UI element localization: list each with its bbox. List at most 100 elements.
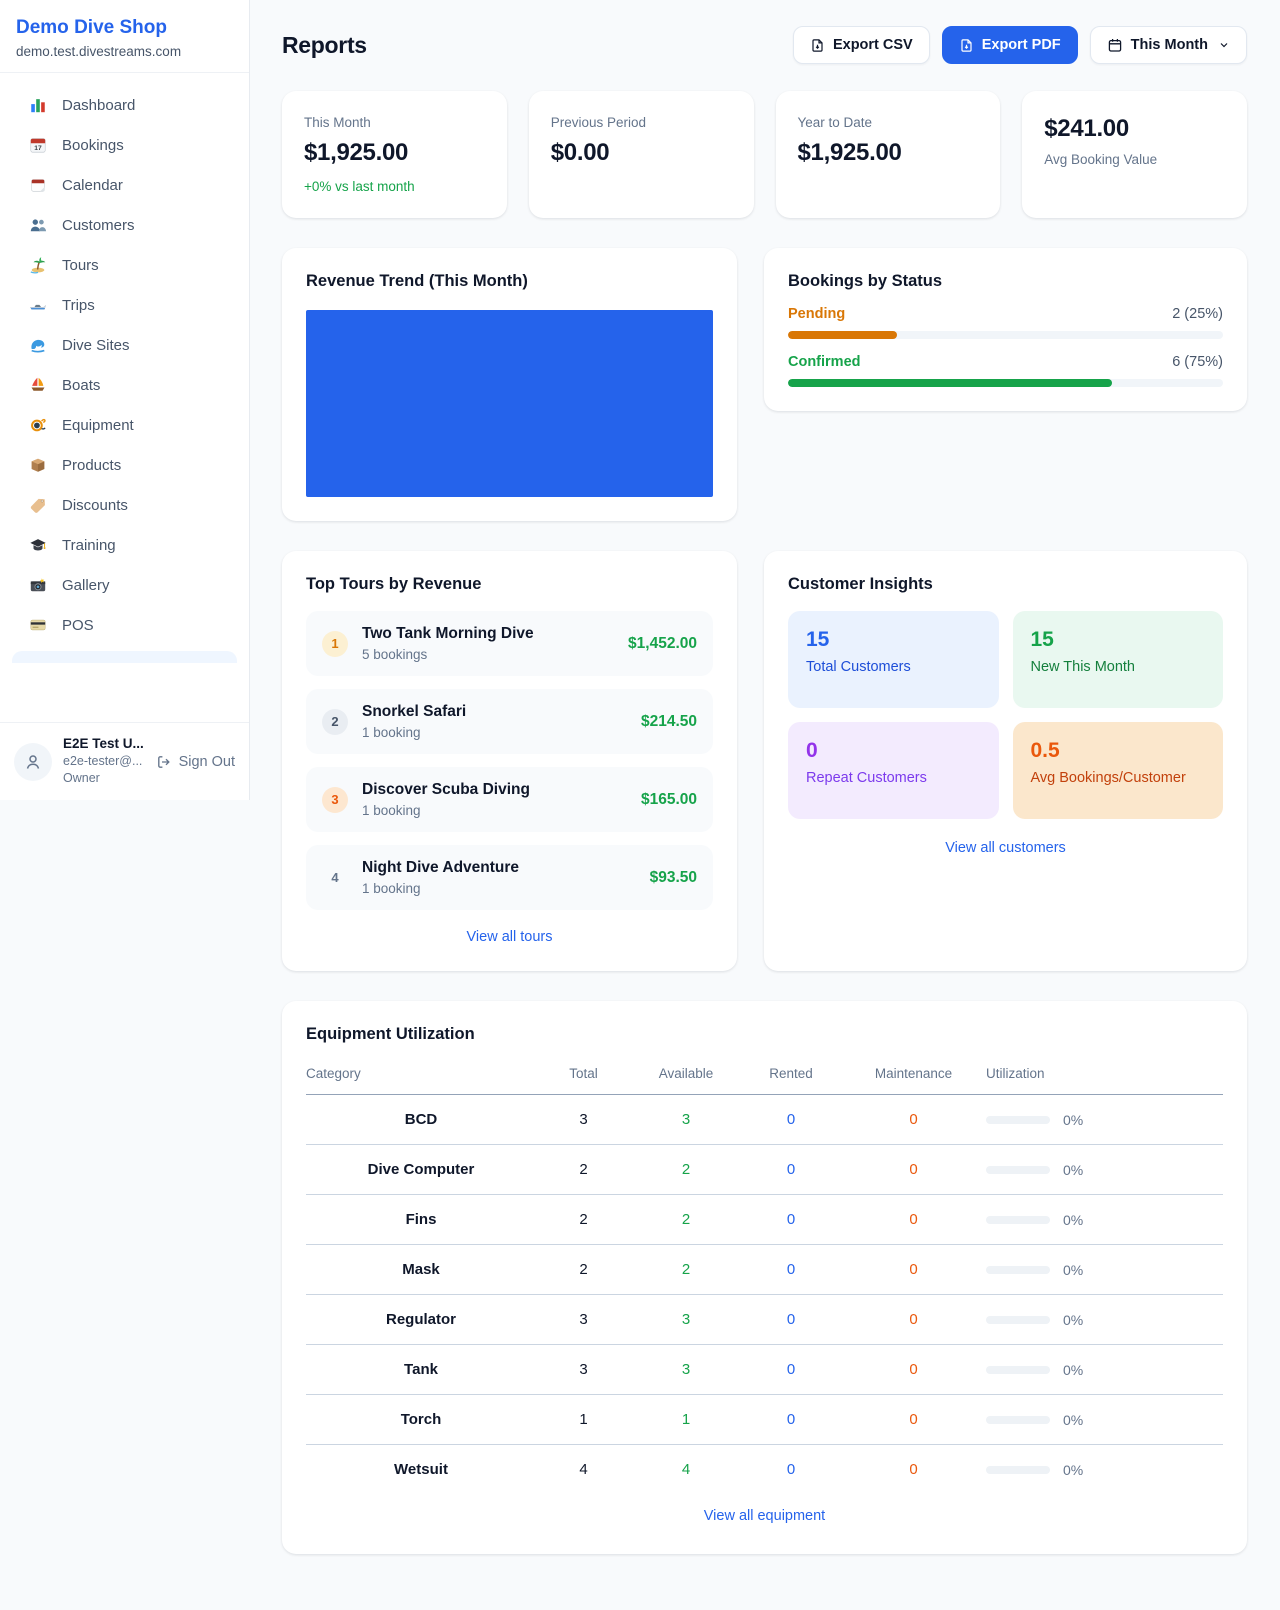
sidebar-item-label: POS xyxy=(62,617,94,634)
cell-rented: 0 xyxy=(741,1145,841,1195)
insights-row: Top Tours by Revenue 1 Two Tank Morning … xyxy=(282,551,1247,971)
sidebar-item-label: Dashboard xyxy=(62,97,135,114)
cell-utilization: 0% xyxy=(1063,1212,1083,1228)
progress-fill xyxy=(788,331,897,339)
insight-label: Avg Bookings/Customer xyxy=(1031,770,1206,786)
cell-maintenance: 0 xyxy=(841,1345,986,1395)
sidebar-item-tours[interactable]: Tours xyxy=(12,245,237,285)
tour-row[interactable]: 4 Night Dive Adventure 1 booking $93.50 xyxy=(306,845,713,910)
chevron-down-icon xyxy=(1218,39,1230,51)
cell-utilization: 0% xyxy=(1063,1162,1083,1178)
user-email: e2e-tester@... xyxy=(63,753,145,770)
sidebar-item-label: Products xyxy=(62,457,121,474)
cell-category: Torch xyxy=(306,1395,536,1445)
progress-fill xyxy=(788,379,1112,387)
progress-track xyxy=(788,379,1223,387)
shop-name: Demo Dive Shop xyxy=(16,17,233,39)
equipment-utilization-card: Equipment Utilization Category Total Ava… xyxy=(282,1001,1247,1554)
export-csv-button[interactable]: Export CSV xyxy=(793,26,930,64)
stat-card-previous-period: Previous Period $0.00 xyxy=(529,91,754,218)
status-label: Pending xyxy=(788,306,845,322)
cell-utilization: 0% xyxy=(1063,1362,1083,1378)
bookings-by-status-title: Bookings by Status xyxy=(788,272,1223,291)
sidebar-item-pos[interactable]: POS xyxy=(12,605,237,645)
utilization-bar xyxy=(986,1166,1050,1174)
cell-rented: 0 xyxy=(741,1295,841,1345)
cell-available: 1 xyxy=(631,1395,741,1445)
sidebar-item-equipment[interactable]: Equipment xyxy=(12,405,237,445)
rank-badge: 1 xyxy=(322,631,348,657)
cell-total: 2 xyxy=(536,1245,631,1295)
sidebar-item-training[interactable]: Training xyxy=(12,525,237,565)
tour-name: Night Dive Adventure xyxy=(362,859,650,877)
sidebar-item-label: Training xyxy=(62,537,116,554)
sidebar-user-panel: E2E Test U... e2e-tester@... Owner Sign … xyxy=(0,722,249,800)
stat-card-this-month: This Month $1,925.00 +0% vs last month xyxy=(282,91,507,218)
tour-revenue: $93.50 xyxy=(650,869,697,887)
tour-list: 1 Two Tank Morning Dive 5 bookings $1,45… xyxy=(306,611,713,910)
equipment-title: Equipment Utilization xyxy=(306,1025,1223,1044)
cell-total: 3 xyxy=(536,1345,631,1395)
cell-rented: 0 xyxy=(741,1245,841,1295)
user-name: E2E Test U... xyxy=(63,736,145,751)
view-all-customers-link[interactable]: View all customers xyxy=(788,840,1223,856)
tour-revenue: $1,452.00 xyxy=(628,635,697,653)
insight-tile-repeat-customers: 0 Repeat Customers xyxy=(788,722,999,819)
insight-label: Repeat Customers xyxy=(806,770,981,786)
tour-bookings: 1 booking xyxy=(362,725,641,740)
sidebar-item-trips[interactable]: Trips xyxy=(12,285,237,325)
cell-available: 3 xyxy=(631,1295,741,1345)
table-row: Dive Computer 2 2 0 0 0% xyxy=(306,1145,1223,1195)
cell-maintenance: 0 xyxy=(841,1095,986,1145)
utilization-bar xyxy=(986,1216,1050,1224)
insight-value: 0 xyxy=(806,739,981,763)
sidebar-item-gallery[interactable]: Gallery xyxy=(12,565,237,605)
calendar-date-icon: 17 xyxy=(28,135,48,155)
sidebar-item-reports-partial[interactable] xyxy=(12,651,237,663)
tour-row[interactable]: 3 Discover Scuba Diving 1 booking $165.0… xyxy=(306,767,713,832)
sidebar-item-products[interactable]: Products xyxy=(12,445,237,485)
page-header: Reports Export CSV Export PDF This Month xyxy=(282,26,1247,64)
sidebar-item-dive-sites[interactable]: Dive Sites xyxy=(12,325,237,365)
cell-total: 2 xyxy=(536,1195,631,1245)
cell-total: 3 xyxy=(536,1095,631,1145)
cell-category: Regulator xyxy=(306,1295,536,1345)
cell-available: 2 xyxy=(631,1145,741,1195)
export-pdf-button[interactable]: Export PDF xyxy=(942,26,1078,64)
table-row: Mask 2 2 0 0 0% xyxy=(306,1245,1223,1295)
page-title: Reports xyxy=(282,32,367,59)
view-all-equipment-link[interactable]: View all equipment xyxy=(306,1508,1223,1524)
user-info: E2E Test U... e2e-tester@... Owner xyxy=(63,736,145,787)
cell-rented: 0 xyxy=(741,1095,841,1145)
period-selector[interactable]: This Month xyxy=(1090,26,1247,64)
tour-bookings: 1 booking xyxy=(362,803,641,818)
dive-mask-icon xyxy=(28,415,48,435)
main-content: Reports Export CSV Export PDF This Month xyxy=(250,0,1280,1594)
status-label: Confirmed xyxy=(788,354,861,370)
view-all-tours-link[interactable]: View all tours xyxy=(306,929,713,945)
cell-available: 2 xyxy=(631,1245,741,1295)
sidebar-item-label: Boats xyxy=(62,377,100,394)
tour-row[interactable]: 2 Snorkel Safari 1 booking $214.50 xyxy=(306,689,713,754)
speedboat-icon xyxy=(28,295,48,315)
sidebar-item-label: Gallery xyxy=(62,577,110,594)
sidebar-item-dashboard[interactable]: Dashboard xyxy=(12,85,237,125)
revenue-trend-title: Revenue Trend (This Month) xyxy=(306,272,713,291)
customer-insights-card: Customer Insights 15 Total Customers 15 … xyxy=(764,551,1247,971)
sidebar-item-label: Trips xyxy=(62,297,95,314)
avatar xyxy=(14,743,52,781)
sidebar-item-discounts[interactable]: Discounts xyxy=(12,485,237,525)
tour-revenue: $165.00 xyxy=(641,791,697,809)
sailboat-icon xyxy=(28,375,48,395)
sidebar-item-calendar[interactable]: Calendar xyxy=(12,165,237,205)
sidebar-item-bookings[interactable]: 17 Bookings xyxy=(12,125,237,165)
sign-out-button[interactable]: Sign Out xyxy=(156,754,235,770)
sidebar-item-customers[interactable]: Customers xyxy=(12,205,237,245)
tour-row[interactable]: 1 Two Tank Morning Dive 5 bookings $1,45… xyxy=(306,611,713,676)
cell-rented: 0 xyxy=(741,1345,841,1395)
sidebar-item-boats[interactable]: Boats xyxy=(12,365,237,405)
revenue-trend-card: Revenue Trend (This Month) xyxy=(282,248,737,521)
stat-value: $1,925.00 xyxy=(798,139,979,167)
credit-card-icon xyxy=(28,615,48,635)
sidebar-header: Demo Dive Shop demo.test.divestreams.com xyxy=(0,0,249,72)
